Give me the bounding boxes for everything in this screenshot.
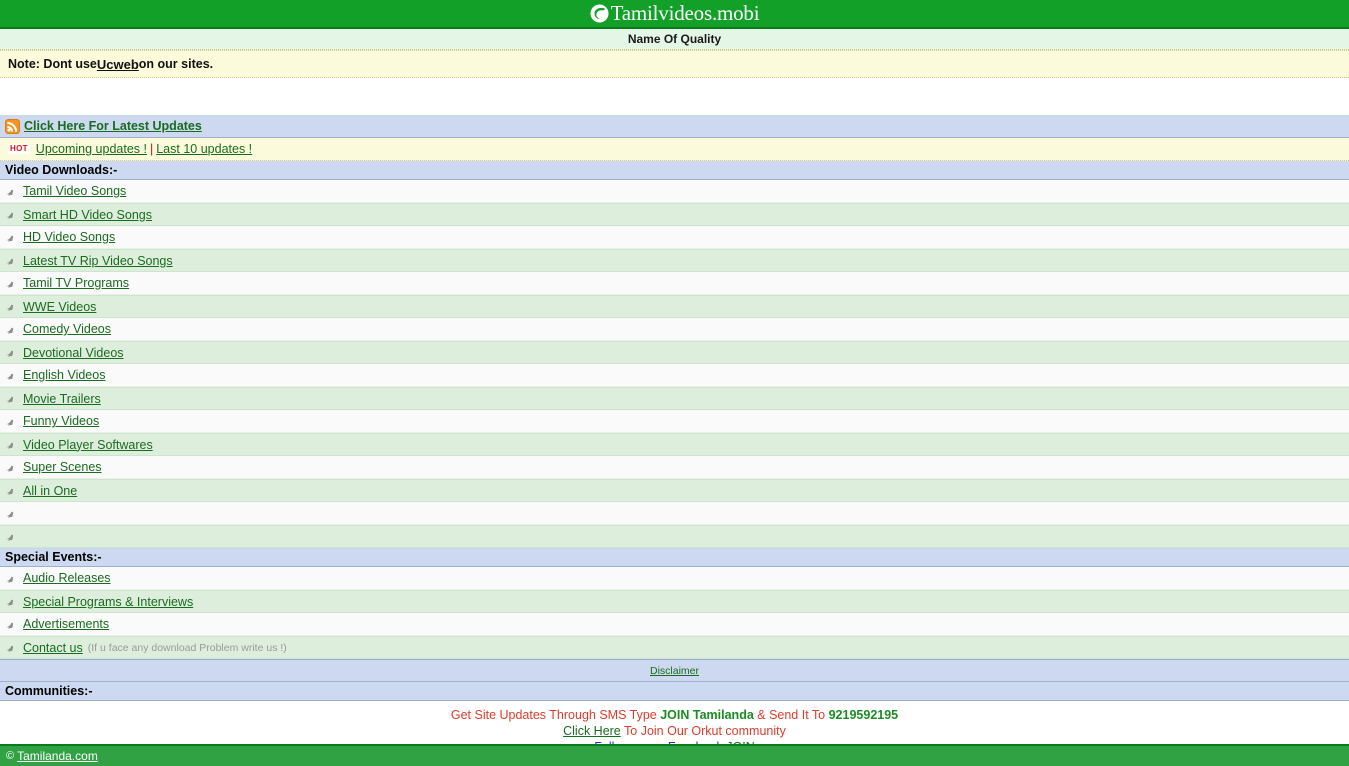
list-item[interactable]: Movie Trailers xyxy=(0,387,1349,410)
list-item[interactable]: Devotional Videos xyxy=(0,341,1349,364)
latest-updates-link[interactable]: Click Here For Latest Updates xyxy=(24,119,202,133)
arrow-bullet-icon xyxy=(5,393,18,404)
arrow-bullet-icon xyxy=(5,439,18,450)
note-prefix: Note: Dont use xyxy=(8,57,97,71)
updates-strip: HOT Upcoming updates ! | Last 10 updates… xyxy=(0,138,1349,161)
arrow-bullet-icon xyxy=(5,186,18,197)
sms-join-keyword: JOIN Tamilanda xyxy=(660,708,754,722)
list-item[interactable]: Funny Videos xyxy=(0,410,1349,433)
arrow-bullet-icon xyxy=(5,619,18,630)
arrow-bullet-icon xyxy=(5,278,18,289)
orkut-click-here-link[interactable]: Click Here xyxy=(563,724,621,738)
footer-site-link[interactable]: Tamilanda.com xyxy=(17,749,98,763)
content-spacer xyxy=(0,78,1349,115)
list-item[interactable]: Latest TV Rip Video Songs xyxy=(0,249,1349,272)
list-item-label[interactable]: Devotional Videos xyxy=(23,346,124,360)
circular-swirl-logo-icon xyxy=(590,4,609,23)
orkut-line-text: To Join Our Orkut community xyxy=(620,724,786,738)
list-item-label[interactable]: Advertisements xyxy=(23,617,109,631)
list-item-label[interactable]: Funny Videos xyxy=(23,414,99,428)
ucweb-link[interactable]: Ucweb xyxy=(97,57,139,72)
list-item-label[interactable]: Video Player Softwares xyxy=(23,438,153,452)
list-item[interactable]: Smart HD Video Songs xyxy=(0,203,1349,226)
arrow-bullet-icon xyxy=(5,531,18,542)
arrow-bullet-icon xyxy=(5,209,18,220)
list-item[interactable]: Contact us (If u face any download Probl… xyxy=(0,636,1349,659)
copyright-icon: © xyxy=(6,750,15,762)
hot-badge: HOT xyxy=(8,144,30,154)
list-item[interactable]: Audio Releases xyxy=(0,567,1349,590)
latest-updates-bar[interactable]: Click Here For Latest Updates xyxy=(0,115,1349,138)
list-item-empty[interactable] xyxy=(0,525,1349,548)
note-suffix: on our sites. xyxy=(138,57,214,71)
arrow-bullet-icon xyxy=(5,596,18,607)
list-item-label[interactable]: WWE Videos xyxy=(23,300,96,314)
list-item-label[interactable]: Latest TV Rip Video Songs xyxy=(23,254,173,268)
arrow-bullet-icon xyxy=(5,508,18,519)
arrow-bullet-icon xyxy=(5,301,18,312)
arrow-bullet-icon xyxy=(5,573,18,584)
site-title: Tamilvideos.mobi xyxy=(610,1,760,25)
list-item-label[interactable]: English Videos xyxy=(23,368,105,382)
list-item-empty[interactable] xyxy=(0,502,1349,525)
list-item-label[interactable]: All in One xyxy=(23,484,77,498)
site-header: Tamilvideos.mobi xyxy=(0,0,1349,29)
section-header-video-downloads: Video Downloads:- xyxy=(0,161,1349,180)
arrow-bullet-icon xyxy=(5,347,18,358)
list-item[interactable]: Super Scenes xyxy=(0,456,1349,479)
list-item[interactable]: WWE Videos xyxy=(0,295,1349,318)
site-note-bar: Note: Dont use Ucweb on our sites. xyxy=(0,50,1349,78)
updates-separator: | xyxy=(149,142,154,156)
disclaimer-bar[interactable]: Disclaimer xyxy=(0,659,1349,682)
arrow-bullet-icon xyxy=(5,462,18,473)
list-item-label[interactable]: Audio Releases xyxy=(23,571,111,585)
list-item-label[interactable]: Smart HD Video Songs xyxy=(23,208,152,222)
list-item-label[interactable]: Super Scenes xyxy=(23,460,102,474)
list-item-label[interactable]: Special Programs & Interviews xyxy=(23,595,193,609)
list-item[interactable]: All in One xyxy=(0,479,1349,502)
list-item[interactable]: Tamil TV Programs xyxy=(0,272,1349,295)
list-item[interactable]: Advertisements xyxy=(0,613,1349,636)
list-item-label[interactable]: Tamil TV Programs xyxy=(23,276,129,290)
sms-number: 9219592195 xyxy=(828,708,899,722)
arrow-bullet-icon xyxy=(5,485,18,496)
list-item-label[interactable]: Comedy Videos xyxy=(23,322,111,336)
list-item[interactable]: Tamil Video Songs xyxy=(0,180,1349,203)
contact-us-link[interactable]: Contact us xyxy=(23,641,83,655)
contact-us-note: (If u face any download Problem write us… xyxy=(87,641,287,654)
arrow-bullet-icon xyxy=(5,324,18,335)
section-header-communities: Communities:- xyxy=(0,682,1349,701)
rss-feed-icon xyxy=(5,118,20,134)
list-item[interactable]: Video Player Softwares xyxy=(0,433,1349,456)
disclaimer-link[interactable]: Disclaimer xyxy=(650,665,699,677)
arrow-bullet-icon xyxy=(5,642,18,653)
brand-logo-group: Tamilvideos.mobi xyxy=(590,3,760,24)
list-item[interactable]: Comedy Videos xyxy=(0,318,1349,341)
sms-line-part1: Get Site Updates Through SMS Type xyxy=(450,708,661,722)
orkut-community-line: Click Here To Join Our Orkut community xyxy=(0,723,1349,739)
last-10-updates-link[interactable]: Last 10 updates ! xyxy=(156,142,252,156)
arrow-bullet-icon xyxy=(5,370,18,381)
arrow-bullet-icon xyxy=(5,416,18,427)
sms-updates-line: Get Site Updates Through SMS Type JOIN T… xyxy=(0,707,1349,723)
arrow-bullet-icon xyxy=(5,232,18,243)
list-item-label[interactable]: Movie Trailers xyxy=(23,392,101,406)
list-item-label[interactable]: HD Video Songs xyxy=(23,230,115,244)
list-item[interactable]: Special Programs & Interviews xyxy=(0,590,1349,613)
list-item[interactable]: HD Video Songs xyxy=(0,226,1349,249)
upcoming-updates-link[interactable]: Upcoming updates ! xyxy=(36,142,147,156)
site-subtitle: Name Of Quality xyxy=(627,32,722,46)
section-header-special-events: Special Events:- xyxy=(0,548,1349,567)
sms-line-part2: & Send It To xyxy=(753,708,829,722)
list-item-label[interactable]: Tamil Video Songs xyxy=(23,184,126,198)
arrow-bullet-icon xyxy=(5,255,18,266)
site-footer: © Tamilanda.com xyxy=(0,744,1349,766)
list-item[interactable]: English Videos xyxy=(0,364,1349,387)
site-subtitle-bar: Name Of Quality xyxy=(0,29,1349,50)
